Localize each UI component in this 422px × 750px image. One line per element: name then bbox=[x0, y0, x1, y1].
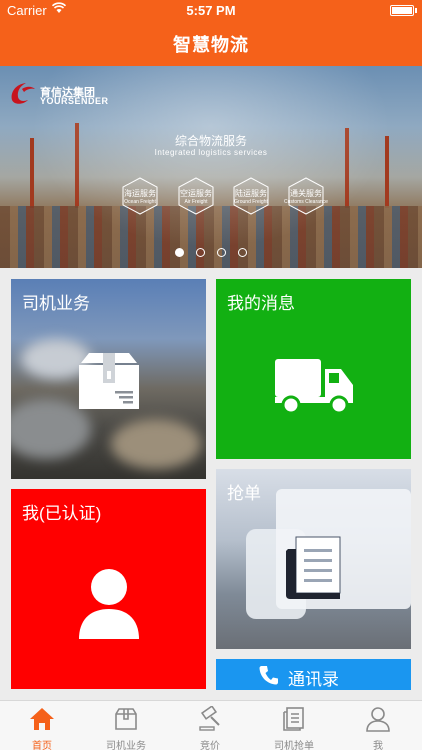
package-icon bbox=[115, 708, 137, 730]
tab-bidding[interactable]: 竞价 bbox=[168, 701, 252, 750]
package-icon bbox=[79, 353, 139, 409]
tile-label: 我的消息 bbox=[227, 294, 295, 313]
service-sublabel: Ocean Freight bbox=[124, 199, 156, 205]
tile-label: 司机业务 bbox=[22, 294, 90, 313]
phone-icon bbox=[259, 666, 278, 685]
carousel-page-indicator[interactable] bbox=[0, 248, 422, 257]
document-icon bbox=[283, 707, 304, 731]
feature-grid: 司机业务 我的消息 抢单 我(已认证) 通讯录 bbox=[0, 268, 422, 700]
gavel-icon bbox=[199, 706, 220, 731]
tab-label: 竞价 bbox=[200, 741, 220, 750]
tab-bar: 首页 司机业务 竞价 司机抢单 我 bbox=[0, 700, 422, 750]
contacts-button[interactable]: 通讯录 bbox=[216, 659, 411, 690]
carousel-dot[interactable] bbox=[217, 248, 226, 257]
service-sublabel: Air Freight bbox=[184, 199, 208, 205]
tile-label: 抢单 bbox=[227, 484, 261, 503]
document-icon bbox=[286, 536, 341, 599]
tile-me-verified[interactable]: 我(已认证) bbox=[11, 489, 206, 689]
person-icon bbox=[366, 707, 390, 732]
tile-driver-business[interactable]: 司机业务 bbox=[11, 279, 206, 479]
service-sublabel: Customs Clearance bbox=[284, 199, 328, 205]
person-icon bbox=[79, 569, 139, 639]
logo-english-text: YOURSENDER bbox=[40, 96, 109, 106]
service-hex-air: 空运服务 Air Freight bbox=[176, 176, 216, 216]
home-icon bbox=[30, 708, 54, 730]
tile-my-messages[interactable]: 我的消息 bbox=[216, 279, 411, 459]
tab-driver-grab[interactable]: 司机抢单 bbox=[252, 701, 336, 750]
carousel-dot[interactable] bbox=[238, 248, 247, 257]
service-hex-customs: 通关服务 Customs Clearance bbox=[284, 176, 328, 216]
top-bar: Carrier 5:57 PM 智慧物流 bbox=[0, 0, 422, 66]
banner-headline: 综合物流服务 bbox=[174, 134, 247, 148]
banner-subheadline: Integrated logistics services bbox=[154, 148, 268, 157]
battery-icon bbox=[390, 5, 417, 16]
service-label: 空运服务 bbox=[180, 189, 212, 198]
tab-label: 首页 bbox=[32, 741, 52, 750]
tab-driver-business[interactable]: 司机业务 bbox=[84, 701, 168, 750]
tab-label: 我 bbox=[373, 741, 383, 750]
logo-swoosh-icon bbox=[11, 83, 35, 104]
service-label: 陆运服务 bbox=[235, 189, 267, 198]
service-hex-ground: 陆运服务 Ground Freight bbox=[231, 176, 271, 216]
tab-home[interactable]: 首页 bbox=[0, 701, 84, 750]
carousel-dot[interactable] bbox=[175, 248, 184, 257]
service-label: 海运服务 bbox=[124, 189, 156, 198]
clock-label: 5:57 PM bbox=[186, 3, 236, 18]
tile-grab-order[interactable]: 抢单 bbox=[216, 469, 411, 649]
banner-carousel[interactable]: 育信达集团 YOURSENDER 综合物流服务 Integrated logis… bbox=[0, 66, 422, 268]
service-sublabel: Ground Freight bbox=[234, 199, 268, 205]
carousel-dot[interactable] bbox=[196, 248, 205, 257]
page-title: 智慧物流 bbox=[173, 35, 249, 55]
contacts-label: 通讯录 bbox=[288, 670, 339, 689]
service-hex-ocean: 海运服务 Ocean Freight bbox=[120, 176, 160, 216]
service-label: 通关服务 bbox=[290, 189, 322, 198]
tab-label: 司机业务 bbox=[106, 741, 146, 750]
status-bar: Carrier 5:57 PM bbox=[0, 0, 422, 22]
tile-label: 我(已认证) bbox=[22, 504, 102, 523]
tab-label: 司机抢单 bbox=[274, 741, 314, 750]
truck-icon bbox=[275, 359, 353, 415]
tab-me[interactable]: 我 bbox=[336, 701, 420, 750]
